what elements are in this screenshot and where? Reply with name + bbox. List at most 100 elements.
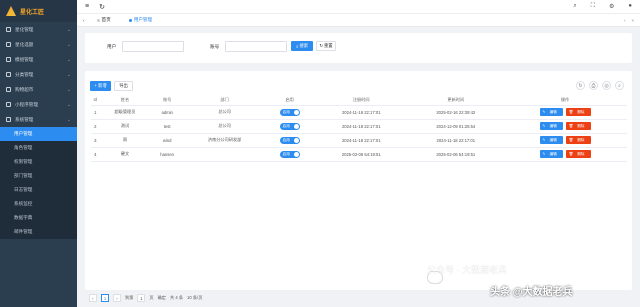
menu-icon xyxy=(6,102,11,107)
table-cell: 2024-11-18 22:17:01 xyxy=(408,133,504,148)
sidebar-item-label: 星化管理 xyxy=(15,26,34,32)
delete-button[interactable]: 🗑 删除 xyxy=(565,150,591,158)
tab-dot xyxy=(128,18,132,22)
delete-button[interactable]: 🗑 删除 xyxy=(565,122,591,130)
enabled-toggle[interactable]: 启用 xyxy=(279,122,300,130)
chevron-down-icon: ⌄ xyxy=(66,86,71,93)
chevron-down-icon: ⌄ xyxy=(66,101,71,108)
table-cell: 硬文 xyxy=(99,147,151,162)
user-avatar[interactable]: ● xyxy=(628,3,632,10)
chevron-down-icon: ⌄ xyxy=(66,26,71,33)
table-cell xyxy=(183,147,266,162)
next-page-icon[interactable]: › xyxy=(113,294,121,302)
edit-button[interactable]: ✎ 编辑 xyxy=(539,108,563,116)
tabs-bar: ‹ 首页 用户管理 › × xyxy=(77,14,640,27)
delete-label: 删除 xyxy=(577,110,585,114)
sidebar-subitem[interactable]: 系统监控 xyxy=(0,197,77,211)
prev-page-icon[interactable]: ‹ xyxy=(89,294,97,302)
reset-button[interactable]: ↻ 重置 xyxy=(316,41,336,51)
tabs-close-icon[interactable]: × xyxy=(631,18,634,23)
fullscreen-icon[interactable]: ⛶ xyxy=(591,3,595,10)
search-panel: 用户 账号 ⌕ 搜索 ↻ 重置 xyxy=(85,33,632,63)
column-header: 启用 xyxy=(265,95,314,106)
sidebar-subitem[interactable]: 日志管理 xyxy=(0,183,77,197)
edit-button[interactable]: ✎ 编辑 xyxy=(539,122,563,130)
goto-label: 到第 xyxy=(125,295,134,300)
table-cell: 2024-11-18 22:17:01 xyxy=(313,119,409,134)
user-input[interactable] xyxy=(122,41,184,52)
menu-icon xyxy=(6,117,11,122)
search-icon[interactable]: ⌕ xyxy=(573,3,576,10)
add-button[interactable]: + 新增 xyxy=(90,81,111,91)
sidebar-item[interactable]: 购物超市 ⌄ xyxy=(0,82,77,97)
menu-toggle-icon[interactable]: ≡ xyxy=(85,3,89,10)
search-icon: ⌕ xyxy=(296,43,299,49)
table-cell: 2025-02-06 54:19:51 xyxy=(313,147,409,162)
column-settings-icon[interactable]: ◎ xyxy=(602,81,611,90)
table-cell: 济南分公司研发部 xyxy=(183,133,266,148)
sidebar-item[interactable]: 系统管理 ⌄ xyxy=(0,112,77,127)
reset-icon: ↻ xyxy=(319,43,323,48)
table-cell: 总公司 xyxy=(183,105,266,120)
tab-home[interactable]: 首页 xyxy=(91,16,117,24)
sidebar-subitem[interactable]: 用户管理 xyxy=(0,127,77,141)
page-size-select[interactable]: 10 条/页 xyxy=(187,295,202,301)
sidebar-subitem[interactable]: 数据字典 xyxy=(0,211,77,225)
enabled-toggle[interactable]: 启用 xyxy=(279,136,300,144)
sidebar-subitem[interactable]: 权限管理 xyxy=(0,155,77,169)
sidebar-item[interactable]: 分类管理 ⌄ xyxy=(0,67,77,82)
tab-user-management[interactable]: 用户管理 xyxy=(123,16,158,24)
chevron-down-icon: ⌄ xyxy=(66,71,71,78)
watermark-text-2: 头条 @大数据老兵 xyxy=(490,287,573,298)
enabled-toggle[interactable]: 启用 xyxy=(279,150,300,158)
column-header: 账号 xyxy=(150,95,184,106)
toggle-label: 启用 xyxy=(282,151,290,156)
page-number[interactable]: 1 xyxy=(101,294,109,302)
table-cell: 超级管理员 xyxy=(99,105,151,120)
settings-icon[interactable]: ⚙ xyxy=(609,3,614,10)
delete-label: 删除 xyxy=(577,138,585,142)
app-logo[interactable]: 星化工匠 xyxy=(0,0,77,22)
confirm-button[interactable]: 确定 xyxy=(158,295,166,301)
delete-button[interactable]: 🗑 删除 xyxy=(565,136,591,144)
toggle-knob xyxy=(293,151,299,157)
edit-label: 编辑 xyxy=(549,138,557,142)
tabs-left-icon[interactable]: ‹ xyxy=(83,18,85,23)
sidebar-subitem[interactable]: 邮件管理 xyxy=(0,225,77,239)
table-row: 1 超级管理员 admin 总公司 启用 2024-11-18 22:17:01 2025-… xyxy=(91,105,627,120)
chevron-down-icon: ⌄ xyxy=(66,116,71,123)
sidebar-subitem[interactable]: 角色管理 xyxy=(0,141,77,155)
search-button[interactable]: ⌕ 搜索 xyxy=(291,41,313,51)
menu-icon xyxy=(6,87,11,92)
sidebar-item-label: 模组管理 xyxy=(15,56,34,62)
enabled-toggle[interactable]: 启用 xyxy=(279,108,300,116)
menu-icon xyxy=(6,27,11,32)
table-panel: + 新增 导出 ↻ ⎙ ◎ ⌕ Id 姓名 账号 部门 启用 注册时间 更新时间 操作 1 超级… xyxy=(85,71,632,290)
tabs-right-icon[interactable]: › xyxy=(624,18,626,23)
menu-icon xyxy=(6,42,11,47)
sidebar-item[interactable]: 星化选题 ⌄ xyxy=(0,37,77,52)
sidebar-item[interactable]: 小程序管理 ⌄ xyxy=(0,97,77,112)
sidebar: 星化工匠 星化管理 ⌄ 星化选题 ⌄ 模组管理 ⌄ 分类管理 ⌄ 购物超市 ⌄ 小程序管理 ⌄ 系统管理… xyxy=(0,0,77,307)
edit-label: 编辑 xyxy=(549,110,557,114)
print-icon[interactable]: ⎙ xyxy=(589,81,598,90)
menu-icon xyxy=(6,72,11,77)
app-title: 星化工匠 xyxy=(20,9,45,16)
sidebar-item[interactable]: 模组管理 ⌄ xyxy=(0,52,77,67)
table-search-icon[interactable]: ⌕ xyxy=(615,81,624,90)
column-header: 部门 xyxy=(183,95,266,106)
edit-button[interactable]: ✎ 编辑 xyxy=(539,136,563,144)
refresh-table-icon[interactable]: ↻ xyxy=(576,81,585,90)
table-cell: 测试 xyxy=(99,119,151,134)
sidebar-subitem[interactable]: 部门管理 xyxy=(0,169,77,183)
page-input[interactable]: 1 xyxy=(137,294,146,302)
table-cell: 1 xyxy=(91,105,100,120)
edit-button[interactable]: ✎ 编辑 xyxy=(539,150,563,158)
delete-button[interactable]: 🗑 删除 xyxy=(565,108,591,116)
refresh-icon[interactable]: ↻ xyxy=(99,3,105,11)
account-input[interactable] xyxy=(225,41,287,52)
export-button[interactable]: 导出 xyxy=(114,81,133,91)
column-header: 操作 xyxy=(503,95,627,106)
toggle-knob xyxy=(293,123,299,129)
sidebar-item[interactable]: 星化管理 ⌄ xyxy=(0,22,77,37)
